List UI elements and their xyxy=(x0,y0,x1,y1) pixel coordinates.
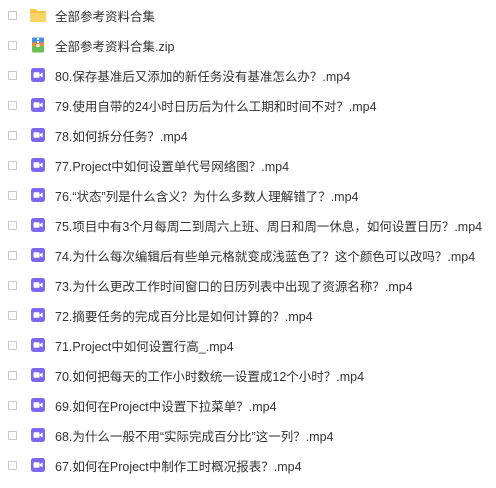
video-icon xyxy=(31,188,45,202)
file-name[interactable]: 67.如何在Project中制作工时概况报表？.mp4 xyxy=(55,456,302,475)
list-item[interactable]: 80.保存基准后又添加的新任务没有基准怎么办？.mp4 xyxy=(0,60,496,90)
row-checkbox[interactable] xyxy=(8,40,17,50)
row-checkbox[interactable] xyxy=(8,100,17,110)
file-name[interactable]: 76.“状态”列是什么含义？为什么多数人理解错了？.mp4 xyxy=(55,186,359,205)
list-item[interactable]: 69.如何在Project中设置下拉菜单？.mp4 xyxy=(0,390,496,420)
list-item[interactable]: 71.Project中如何设置行高_.mp4 xyxy=(0,330,496,360)
video-icon xyxy=(31,338,45,352)
file-name[interactable]: 69.如何在Project中设置下拉菜单？.mp4 xyxy=(55,396,277,415)
row-checkbox[interactable] xyxy=(8,220,17,230)
file-name[interactable]: 68.为什么一般不用“实际完成百分比”这一列？.mp4 xyxy=(55,426,334,445)
video-icon xyxy=(31,218,45,232)
video-icon xyxy=(31,68,45,82)
row-checkbox[interactable] xyxy=(8,130,17,140)
video-icon xyxy=(31,458,45,472)
file-name[interactable]: 79.使用自带的24小时日历后为什么工期和时间不对？.mp4 xyxy=(55,96,377,115)
file-name[interactable]: 71.Project中如何设置行高_.mp4 xyxy=(55,336,234,355)
list-item[interactable]: 70.如何把每天的工作小时数统一设置成12个小时？.mp4 xyxy=(0,360,496,390)
video-icon xyxy=(31,98,45,112)
file-list: 全部参考资料合集 全部参考资料合集.zip 80.保存基准后又添加的新任务没有基… xyxy=(0,0,496,488)
file-name[interactable]: 72.摘要任务的完成百分比是如何计算的？.mp4 xyxy=(55,306,313,325)
list-item[interactable]: 76.“状态”列是什么含义？为什么多数人理解错了？.mp4 xyxy=(0,180,496,210)
list-item[interactable]: 全部参考资料合集.zip xyxy=(0,30,496,60)
video-icon xyxy=(31,278,45,292)
row-checkbox[interactable] xyxy=(8,250,17,260)
list-item[interactable]: 77.Project中如何设置单代号网络图？.mp4 xyxy=(0,150,496,180)
row-checkbox[interactable] xyxy=(8,340,17,350)
list-item[interactable]: 72.摘要任务的完成百分比是如何计算的？.mp4 xyxy=(0,300,496,330)
zip-icon xyxy=(32,37,44,53)
row-checkbox[interactable] xyxy=(8,460,17,470)
list-item[interactable]: 73.为什么更改工作时间窗口的日历列表中出现了资源名称？.mp4 xyxy=(0,270,496,300)
row-checkbox[interactable] xyxy=(8,400,17,410)
folder-icon xyxy=(30,9,46,22)
row-checkbox[interactable] xyxy=(8,370,17,380)
file-name[interactable]: 全部参考资料合集 xyxy=(55,6,155,25)
row-checkbox[interactable] xyxy=(8,280,17,290)
list-item[interactable]: 75.项目中有3个月每周二到周六上班、周日和周一休息，如何设置日历？.mp4 xyxy=(0,210,496,240)
file-name[interactable]: 78.如何拆分任务？.mp4 xyxy=(55,126,188,145)
file-name[interactable]: 75.项目中有3个月每周二到周六上班、周日和周一休息，如何设置日历？.mp4 xyxy=(55,216,482,235)
list-item[interactable]: 68.为什么一般不用“实际完成百分比”这一列？.mp4 xyxy=(0,420,496,450)
list-item[interactable]: 全部参考资料合集 xyxy=(0,0,496,30)
video-icon xyxy=(31,398,45,412)
video-icon xyxy=(31,368,45,382)
video-icon xyxy=(31,158,45,172)
video-icon xyxy=(31,308,45,322)
video-icon xyxy=(31,428,45,442)
file-name[interactable]: 80.保存基准后又添加的新任务没有基准怎么办？.mp4 xyxy=(55,66,350,85)
file-name[interactable]: 70.如何把每天的工作小时数统一设置成12个小时？.mp4 xyxy=(55,366,364,385)
row-checkbox[interactable] xyxy=(8,310,17,320)
file-name[interactable]: 74.为什么每次编辑后有些单元格就变成浅蓝色了？这个颜色可以改吗？.mp4 xyxy=(55,246,475,265)
row-checkbox[interactable] xyxy=(8,70,17,80)
video-icon xyxy=(31,248,45,262)
list-item[interactable]: 67.如何在Project中制作工时概况报表？.mp4 xyxy=(0,450,496,480)
row-checkbox[interactable] xyxy=(8,10,17,20)
row-checkbox[interactable] xyxy=(8,430,17,440)
file-name[interactable]: 全部参考资料合集.zip xyxy=(55,36,174,55)
list-item[interactable]: 78.如何拆分任务？.mp4 xyxy=(0,120,496,150)
row-checkbox[interactable] xyxy=(8,190,17,200)
list-item[interactable]: 79.使用自带的24小时日历后为什么工期和时间不对？.mp4 xyxy=(0,90,496,120)
row-checkbox[interactable] xyxy=(8,160,17,170)
list-item[interactable]: 74.为什么每次编辑后有些单元格就变成浅蓝色了？这个颜色可以改吗？.mp4 xyxy=(0,240,496,270)
file-name[interactable]: 73.为什么更改工作时间窗口的日历列表中出现了资源名称？.mp4 xyxy=(55,276,413,295)
video-icon xyxy=(31,128,45,142)
file-name[interactable]: 77.Project中如何设置单代号网络图？.mp4 xyxy=(55,156,289,175)
